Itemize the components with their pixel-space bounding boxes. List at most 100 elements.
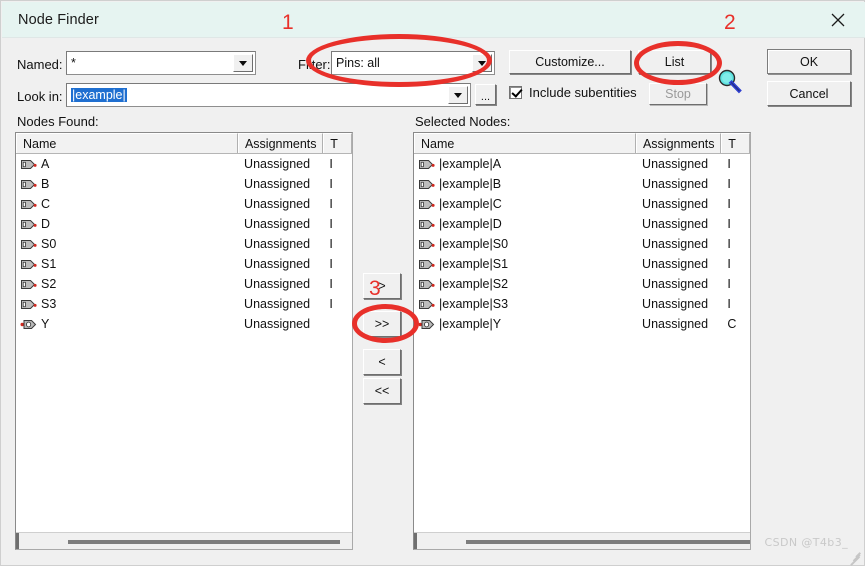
column-header-assignments[interactable]: Assignments	[237, 133, 324, 153]
table-row[interactable]: |example|S0 Unassigned I	[414, 234, 750, 254]
node-name-text: C	[41, 197, 51, 211]
cell-assignment: Unassigned	[642, 277, 709, 291]
column-header-name[interactable]: Name	[16, 133, 238, 153]
cell-node-name: A	[16, 157, 238, 171]
cancel-button[interactable]: Cancel	[767, 81, 851, 106]
table-row[interactable]: A Unassigned I	[16, 154, 352, 174]
node-name-text: |example|D	[439, 217, 502, 231]
cell-assignment: Unassigned	[244, 197, 311, 211]
cell-type: I	[329, 277, 333, 291]
named-dropdown-button[interactable]	[233, 54, 253, 72]
cell-assignment: Unassigned	[244, 237, 311, 251]
scroll-rail	[16, 533, 19, 549]
nodes-found-list[interactable]: Name Assignments T A Unassigned I B Unassign…	[15, 132, 353, 550]
magnifier-icon	[718, 69, 742, 94]
table-row[interactable]: B Unassigned I	[16, 174, 352, 194]
table-row[interactable]: S3 Unassigned I	[16, 294, 352, 314]
move-all-right-button[interactable]: >>	[363, 311, 401, 337]
node-name-text: |example|S1	[439, 257, 509, 271]
cell-assignment: Unassigned	[244, 257, 311, 271]
checkbox-check-icon	[509, 86, 522, 99]
column-header-name[interactable]: Name	[414, 133, 636, 153]
cell-assignment: Unassigned	[244, 177, 311, 191]
include-subentities-checkbox[interactable]: Include subentities	[509, 85, 637, 100]
node-name-text: |example|B	[439, 177, 502, 191]
node-name-text: |example|C	[439, 197, 502, 211]
lookin-combo[interactable]: |example|	[66, 83, 471, 107]
table-row[interactable]: |example|C Unassigned I	[414, 194, 750, 214]
list-button[interactable]: List	[638, 50, 711, 74]
cell-node-name: S3	[16, 297, 238, 311]
resize-grip-icon[interactable]	[848, 549, 862, 566]
cell-type: I	[329, 297, 333, 311]
filter-combo[interactable]: Pins: all	[331, 51, 495, 75]
cell-assignment: Unassigned	[642, 257, 709, 271]
scroll-thumb[interactable]	[466, 540, 750, 544]
search-button[interactable]	[715, 67, 745, 97]
lookin-input[interactable]: |example|	[67, 84, 448, 106]
node-name-text: |example|S3	[439, 297, 509, 311]
cell-type: C	[727, 317, 737, 331]
table-row[interactable]: D Unassigned I	[16, 214, 352, 234]
nodes-found-label: Nodes Found:	[17, 114, 99, 129]
cell-node-name: S2	[16, 277, 238, 291]
cell-type: I	[329, 257, 333, 271]
table-row[interactable]: |example|S1 Unassigned I	[414, 254, 750, 274]
table-row[interactable]: Y Unassigned	[16, 314, 352, 334]
node-name-text: S1	[41, 257, 57, 271]
table-row[interactable]: |example|S2 Unassigned I	[414, 274, 750, 294]
table-row[interactable]: |example|B Unassigned I	[414, 174, 750, 194]
selected-nodes-header: Name Assignments T	[414, 133, 750, 154]
selected-nodes-list[interactable]: Name Assignments T |example|A Unassigned I…	[413, 132, 751, 550]
input-pin-icon	[21, 259, 37, 269]
cell-type: I	[727, 257, 731, 271]
chevron-down-icon	[478, 60, 486, 66]
close-button[interactable]	[815, 2, 861, 38]
named-label: Named:	[17, 57, 63, 72]
ok-button[interactable]: OK	[767, 49, 851, 74]
cell-node-name: C	[16, 197, 238, 211]
cell-type: I	[329, 237, 333, 251]
cell-type: I	[727, 217, 731, 231]
table-row[interactable]: S1 Unassigned I	[16, 254, 352, 274]
cell-node-name: |example|D	[414, 217, 636, 231]
table-row[interactable]: |example|Y Unassigned C	[414, 314, 750, 334]
move-right-button[interactable]: >	[363, 273, 401, 299]
filter-dropdown-button[interactable]	[472, 54, 492, 72]
filter-value[interactable]: Pins: all	[332, 52, 472, 74]
move-left-button[interactable]: <	[363, 349, 401, 375]
browse-button[interactable]: ...	[475, 84, 496, 105]
table-row[interactable]: |example|A Unassigned I	[414, 154, 750, 174]
named-input[interactable]: *	[67, 52, 233, 74]
node-name-text: S2	[41, 277, 57, 291]
cell-assignment: Unassigned	[642, 197, 709, 211]
cell-node-name: |example|S2	[414, 277, 636, 291]
input-pin-icon	[419, 179, 435, 189]
table-row[interactable]: S0 Unassigned I	[16, 234, 352, 254]
table-row[interactable]: S2 Unassigned I	[16, 274, 352, 294]
stop-button[interactable]: Stop	[649, 83, 707, 105]
cell-assignment: Unassigned	[244, 217, 311, 231]
customize-button[interactable]: Customize...	[509, 50, 631, 74]
column-header-type[interactable]: T	[721, 133, 750, 153]
cell-type: I	[727, 157, 731, 171]
table-row[interactable]: |example|S3 Unassigned I	[414, 294, 750, 314]
cell-assignment: Unassigned	[642, 297, 709, 311]
watermark: CSDN @T4b3_	[764, 536, 848, 549]
named-combo[interactable]: *	[66, 51, 256, 75]
column-header-assignments[interactable]: Assignments	[635, 133, 722, 153]
nodes-found-hscrollbar[interactable]	[16, 532, 352, 549]
table-row[interactable]: |example|D Unassigned I	[414, 214, 750, 234]
node-name-text: |example|A	[439, 157, 502, 171]
input-pin-icon	[419, 239, 435, 249]
filter-label: Filter:	[298, 57, 331, 72]
chevron-down-icon	[454, 92, 462, 98]
scroll-thumb[interactable]	[68, 540, 340, 544]
cell-node-name: |example|S0	[414, 237, 636, 251]
table-row[interactable]: C Unassigned I	[16, 194, 352, 214]
selected-nodes-hscrollbar[interactable]	[414, 532, 750, 549]
column-header-type[interactable]: T	[323, 133, 352, 153]
move-all-left-button[interactable]: <<	[363, 378, 401, 404]
lookin-dropdown-button[interactable]	[448, 86, 468, 104]
cell-type: I	[329, 177, 333, 191]
